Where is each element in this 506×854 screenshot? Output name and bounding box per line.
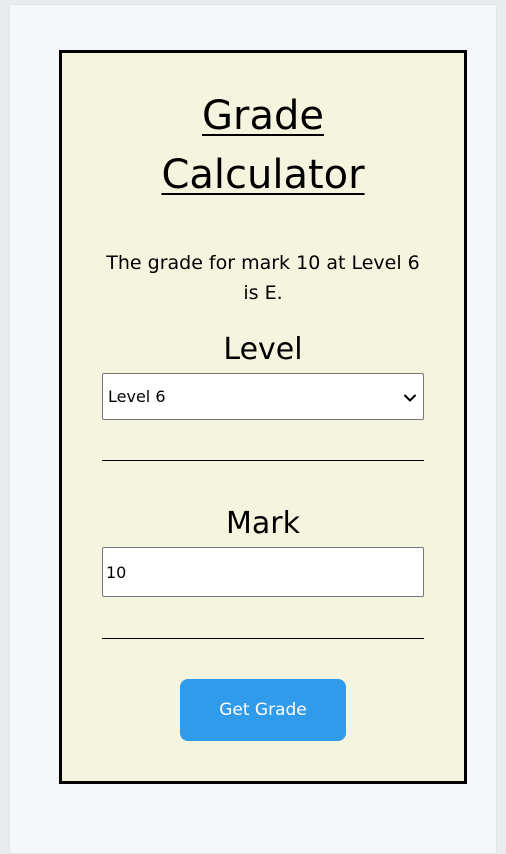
level-label: Level xyxy=(223,332,303,367)
page-title: Grade Calculator xyxy=(62,87,464,205)
chevron-down-icon xyxy=(403,390,417,404)
mark-input[interactable] xyxy=(102,547,424,597)
page-container: Grade Calculator The grade for mark 10 a… xyxy=(9,4,497,854)
result-message: The grade for mark 10 at Level 6 is E. xyxy=(106,252,420,304)
title-line-1: Grade xyxy=(202,93,324,139)
mark-label: Mark xyxy=(226,506,300,541)
level-select-value: Level 6 xyxy=(108,387,166,406)
level-select[interactable]: Level 6 xyxy=(102,373,424,420)
divider xyxy=(102,638,424,639)
get-grade-button[interactable]: Get Grade xyxy=(180,679,346,741)
grade-calculator-card: Grade Calculator The grade for mark 10 a… xyxy=(59,50,467,784)
title-line-2: Calculator xyxy=(161,152,365,198)
divider xyxy=(102,460,424,461)
